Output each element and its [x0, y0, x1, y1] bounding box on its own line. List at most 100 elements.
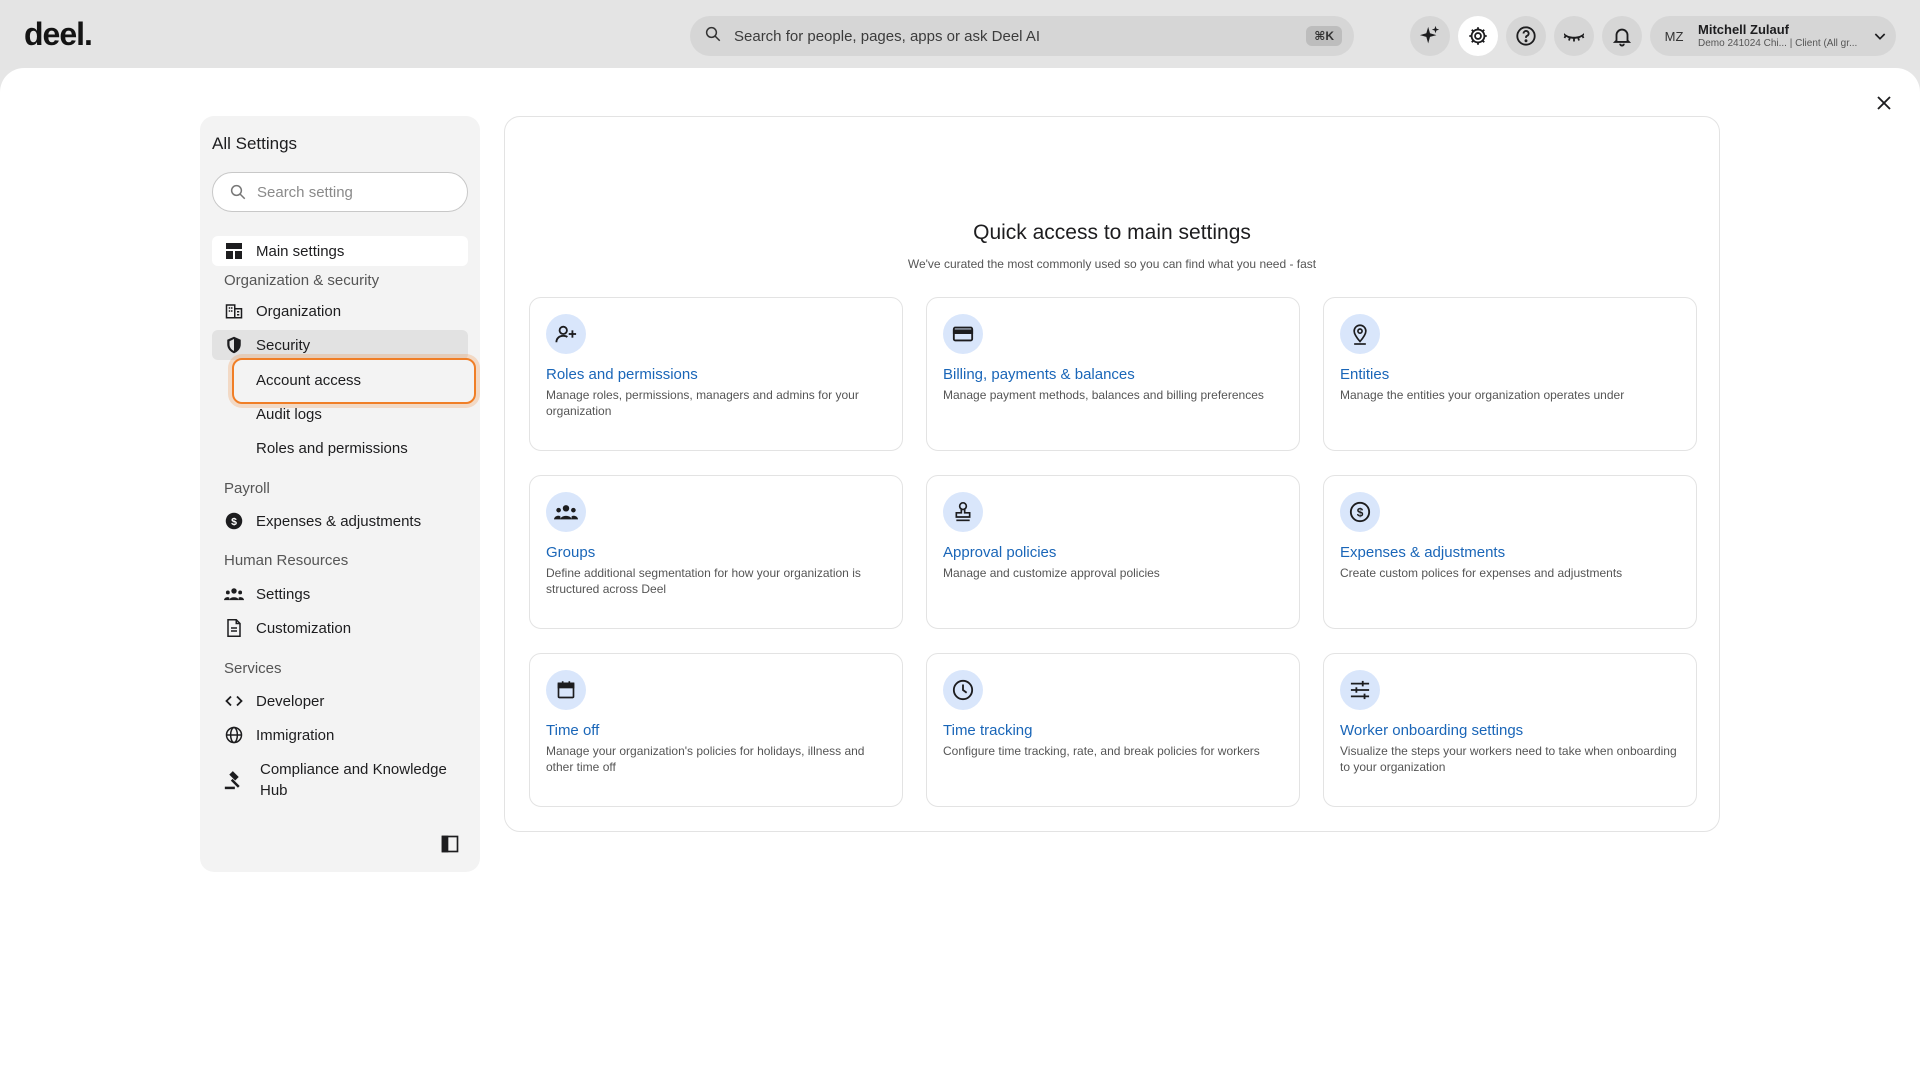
sidebar-item-label: Compliance and Knowledge Hub — [260, 761, 447, 799]
notifications-button[interactable] — [1602, 16, 1642, 56]
tile-description: Manage roles, permissions, managers and … — [546, 388, 859, 419]
shortcut-badge: ⌘K — [1306, 26, 1342, 46]
credit-card-icon — [943, 314, 983, 354]
group-payroll: Payroll — [224, 480, 270, 497]
group-services: Services — [224, 660, 282, 677]
sliders-icon — [1340, 670, 1380, 710]
sidebar-item-developer[interactable]: Developer — [212, 686, 468, 716]
tile-billing[interactable]: Billing, payments & balances Manage paym… — [926, 297, 1300, 451]
tile-title: Worker onboarding settings — [1340, 722, 1524, 739]
tile-description: Manage your organization's policies for … — [546, 744, 865, 775]
tile-description: Manage and customize approval policies — [943, 566, 1160, 580]
tile-time-tracking[interactable]: Time tracking Configure time tracking, r… — [926, 653, 1300, 807]
help-circle-icon — [1516, 26, 1536, 46]
sidebar-item-customization[interactable]: Customization — [212, 613, 468, 643]
profile-menu-button[interactable]: MZ Mitchell Zulauf Demo 241024 Chi... | … — [1650, 16, 1896, 56]
building-icon — [224, 301, 244, 321]
tile-title: Expenses & adjustments — [1340, 544, 1506, 561]
sidebar-item-main-settings[interactable]: Main settings — [212, 236, 468, 266]
quick-access-card: Quick access to main settings We've cura… — [504, 116, 1720, 832]
profile-subtitle: Demo 241024 Chi... | Client (All gr... — [1698, 37, 1858, 49]
tile-roles-permissions[interactable]: Roles and permissions Manage roles, perm… — [529, 297, 903, 451]
search-icon — [230, 184, 246, 200]
tile-title: Time off — [546, 722, 600, 739]
settings-button[interactable] — [1458, 16, 1498, 56]
collapse-sidebar-button[interactable] — [440, 834, 462, 856]
sidebar-item-label: Main settings — [256, 242, 345, 260]
sidebar-title: All Settings — [212, 134, 298, 153]
gavel-icon — [224, 770, 244, 790]
tile-groups[interactable]: Groups Define additional segmentation fo… — [529, 475, 903, 629]
tile-approval-policies[interactable]: Approval policies Manage and customize a… — [926, 475, 1300, 629]
sidebar-subitem-audit-logs[interactable]: Audit logs — [256, 406, 322, 423]
shield-icon — [224, 335, 244, 355]
eye-closed-icon — [1563, 33, 1585, 42]
stamp-icon — [943, 492, 983, 532]
tile-title: Entities — [1340, 366, 1390, 383]
ai-sparkle-button[interactable] — [1410, 16, 1450, 56]
settings-search-input[interactable]: Search setting — [212, 172, 468, 212]
tile-description: Define additional segmentation for how y… — [546, 566, 861, 597]
tile-time-off[interactable]: Time off Manage your organization's poli… — [529, 653, 903, 807]
sidebar-item-expenses[interactable]: $ Expenses & adjustments — [212, 506, 468, 536]
code-icon — [224, 691, 244, 711]
groups-icon — [546, 492, 586, 532]
sidebar-item-organization[interactable]: Organization — [212, 296, 468, 326]
sidebar-item-security[interactable]: Security — [212, 330, 468, 360]
person-add-icon — [546, 314, 586, 354]
tile-description: Create custom polices for expenses and a… — [1340, 566, 1623, 580]
tile-description: Manage the entities your organization op… — [1340, 388, 1625, 402]
global-search-input[interactable]: Search for people, pages, apps or ask De… — [690, 16, 1354, 56]
settings-search-placeholder: Search setting — [257, 183, 353, 201]
deel-logo[interactable]: deel. — [24, 16, 93, 53]
tile-description: Configure time tracking, rate, and break… — [943, 744, 1260, 758]
document-icon — [224, 618, 244, 638]
tile-entities[interactable]: Entities Manage the entities your organi… — [1323, 297, 1697, 451]
help-button[interactable] — [1506, 16, 1546, 56]
sidebar-item-label: Security — [256, 336, 311, 354]
tile-description: Manage payment methods, balances and bil… — [943, 388, 1264, 402]
tile-title: Roles and permissions — [546, 366, 698, 383]
tile-title: Groups — [546, 544, 596, 561]
top-bar: deel. Search for people, pages, apps or … — [0, 0, 1920, 70]
globe-icon — [224, 725, 244, 745]
gear-icon — [1469, 27, 1487, 45]
dashboard-icon — [224, 241, 244, 261]
settings-sidebar: All Settings Search setting Main setting… — [200, 116, 480, 872]
people-group-icon — [224, 584, 244, 604]
close-icon — [1877, 96, 1891, 110]
dollar-circle-icon: $ — [224, 511, 244, 531]
tile-description: Visualize the steps your workers need to… — [1340, 744, 1677, 775]
tile-expenses[interactable]: $ Expenses & adjustments Create custom p… — [1323, 475, 1697, 629]
sidebar-toggle-icon — [441, 835, 459, 853]
account-access-highlight — [232, 358, 476, 404]
avatar: MZ — [1658, 20, 1690, 52]
svg-text:$: $ — [231, 516, 237, 528]
dollar-circle-icon: $ — [1340, 492, 1380, 532]
calendar-icon — [546, 670, 586, 710]
sidebar-item-hr-settings[interactable]: Settings — [212, 579, 468, 609]
page-title: Quick access to main settings — [973, 221, 1251, 244]
sidebar-item-label: Immigration — [256, 726, 335, 744]
group-hr: Human Resources — [224, 552, 349, 569]
tile-title: Billing, payments & balances — [943, 366, 1135, 383]
privacy-mode-button[interactable] — [1554, 16, 1594, 56]
sparkle-icon — [1419, 25, 1440, 44]
sidebar-item-label: Expenses & adjustments — [256, 512, 422, 530]
sidebar-item-immigration[interactable]: Immigration — [212, 720, 468, 750]
sidebar-item-label: Customization — [256, 619, 352, 637]
close-button[interactable] — [1872, 91, 1896, 115]
tile-worker-onboarding[interactable]: Worker onboarding settings Visualize the… — [1323, 653, 1697, 807]
page-subtitle: We've curated the most commonly used so … — [907, 257, 1317, 271]
sidebar-subitem-roles-permissions[interactable]: Roles and permissions — [256, 440, 408, 457]
group-org-security: Organization & security — [224, 272, 380, 289]
tile-title: Approval policies — [943, 544, 1057, 561]
global-search-placeholder: Search for people, pages, apps or ask De… — [734, 27, 1041, 45]
sidebar-item-label: Developer — [256, 692, 325, 710]
sidebar-item-compliance[interactable]: Compliance and Knowledge Hub — [212, 758, 468, 802]
svg-text:$: $ — [1357, 506, 1364, 520]
profile-name: Mitchell Zulauf — [1698, 23, 1789, 38]
search-icon — [704, 25, 722, 48]
bell-icon — [1612, 28, 1632, 47]
sidebar-item-label: Settings — [256, 585, 311, 603]
